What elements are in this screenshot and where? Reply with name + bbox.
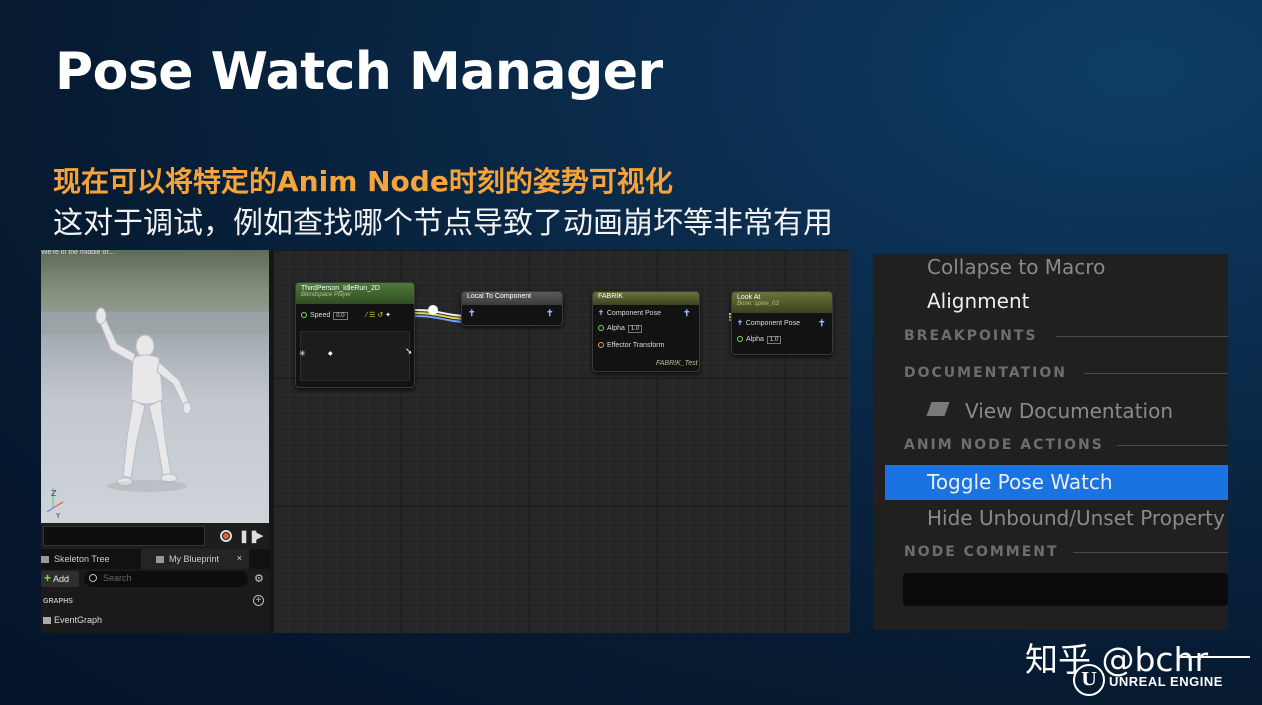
node-title: Look At bbox=[737, 294, 761, 301]
documentation-icon bbox=[926, 402, 950, 416]
divider bbox=[1073, 552, 1228, 553]
pose-pin-icon: ✝ bbox=[737, 320, 743, 327]
plus-icon: + bbox=[44, 571, 52, 585]
play-icon[interactable]: ▶ bbox=[255, 529, 263, 542]
section-documentation: DOCUMENTATION bbox=[904, 365, 1067, 381]
pose-output-icon[interactable]: ✝ bbox=[683, 308, 691, 319]
pose-output-icon[interactable]: ✝ bbox=[546, 308, 554, 319]
search-input[interactable]: Search bbox=[84, 571, 248, 587]
graphs-section-header: GRAPHS bbox=[43, 598, 73, 605]
section-node-comment: NODE COMMENT bbox=[904, 544, 1059, 560]
alpha-label: Alpha bbox=[746, 336, 764, 343]
search-icon bbox=[89, 574, 97, 582]
node-header: ThirdPerson_IdleRun_2D Blendspace Player bbox=[296, 283, 414, 304]
slide-subtitle-highlight: 现在可以将特定的Anim Node时刻的姿势可视化 bbox=[53, 165, 673, 198]
node-footer: FABRIK_Test bbox=[656, 360, 698, 367]
menu-item-hide-unbound-property[interactable]: Hide Unbound/Unset Property bbox=[927, 506, 1225, 530]
skeleton-tree-icon bbox=[41, 556, 49, 563]
slide-title: Pose Watch Manager bbox=[55, 42, 663, 102]
node-header: FABRIK bbox=[593, 292, 699, 305]
blueprint-panel: Skeleton Tree My Blueprint × + Add Searc… bbox=[41, 549, 269, 633]
svg-text:Z: Z bbox=[51, 489, 57, 498]
timeline-field[interactable] bbox=[43, 526, 205, 546]
node-context-menu: Collapse to Macro Alignment BREAKPOINTS … bbox=[873, 254, 1228, 630]
menu-item-alignment[interactable]: Alignment bbox=[927, 289, 1029, 313]
alpha-value[interactable]: 1.0 bbox=[766, 336, 782, 344]
node-look-at[interactable]: Look At Bone: spine_03 ✝ Component Pose ✝… bbox=[731, 291, 833, 355]
section-anim-node-actions: ANIM NODE ACTIONS bbox=[904, 437, 1104, 453]
divider bbox=[1084, 373, 1228, 374]
settings-gear-icon[interactable]: ⚙ bbox=[254, 572, 264, 585]
event-graph-item[interactable]: EventGraph bbox=[43, 615, 102, 625]
alpha-value[interactable]: 1.0 bbox=[627, 325, 643, 333]
record-button[interactable] bbox=[220, 530, 232, 542]
panel-tabs: Skeleton Tree My Blueprint × bbox=[41, 549, 269, 569]
alpha-pin[interactable]: Alpha 1.0 bbox=[737, 336, 782, 344]
node-title: FABRIK bbox=[598, 293, 623, 300]
alpha-label: Alpha bbox=[607, 325, 625, 332]
effector-transform-pin[interactable]: Effector Transform bbox=[598, 342, 664, 349]
menu-item-view-documentation[interactable]: View Documentation bbox=[965, 399, 1173, 423]
close-icon[interactable]: × bbox=[237, 553, 242, 563]
panel-toolbar: + Add Search ⚙ bbox=[41, 570, 269, 588]
node-subtitle: Blendspace Player bbox=[301, 292, 352, 298]
add-button[interactable]: + Add bbox=[41, 571, 79, 587]
node-header: Look At Bone: spine_03 bbox=[732, 292, 832, 313]
speed-value[interactable]: 0.0 bbox=[333, 312, 348, 320]
tab-my-blueprint[interactable]: My Blueprint × bbox=[141, 549, 249, 569]
search-placeholder: Search bbox=[103, 573, 132, 583]
speed-pin[interactable]: Speed 0.0 bbox=[301, 312, 348, 320]
component-pose-pin[interactable]: ✝ Component Pose bbox=[598, 309, 661, 317]
tab-skeleton-tree[interactable]: Skeleton Tree bbox=[41, 554, 110, 564]
mannequin-figure: Z Y bbox=[46, 307, 192, 520]
anim-graph-canvas[interactable]: ThirdPerson_IdleRun_2D Blendspace Player… bbox=[273, 250, 850, 633]
event-graph-label: EventGraph bbox=[54, 615, 103, 625]
node-header: Local To Component bbox=[462, 292, 562, 305]
divider bbox=[1056, 336, 1228, 337]
section-breakpoints: BREAKPOINTS bbox=[904, 328, 1038, 344]
tab-skeleton-tree-label: Skeleton Tree bbox=[54, 554, 110, 564]
node-subtitle: Bone: spine_03 bbox=[737, 301, 779, 307]
blueprint-icon bbox=[156, 556, 164, 563]
node-local-to-component[interactable]: Local To Component ✝ ✝ bbox=[461, 291, 563, 326]
slide-subtitle: 这对于调试，例如查找哪个节点导致了动画崩坏等非常有用 bbox=[53, 206, 833, 241]
anim-blueprint-editor: We're in the middle of... Z Y ❚❚ ▶ Skele… bbox=[41, 250, 850, 633]
node-title: Local To Component bbox=[467, 293, 532, 300]
component-pose-label: Component Pose bbox=[745, 320, 800, 327]
preview-viewport[interactable]: We're in the middle of... Z Y bbox=[41, 250, 269, 523]
node-fabrik[interactable]: FABRIK ✝ Component Pose ✝ Alpha 1.0 Effect… bbox=[592, 291, 700, 372]
divider bbox=[1117, 445, 1228, 446]
unreal-engine-wordmark: UNREAL ENGINE bbox=[1109, 674, 1223, 689]
node-blendspace-player[interactable]: ThirdPerson_IdleRun_2D Blendspace Player… bbox=[295, 282, 415, 388]
float-pin-icon bbox=[301, 312, 307, 318]
pose-output-icon[interactable]: ✝ bbox=[818, 318, 826, 329]
unreal-logo-icon: U bbox=[1073, 664, 1105, 696]
effector-transform-label: Effector Transform bbox=[607, 342, 665, 349]
menu-item-toggle-pose-watch[interactable]: Toggle Pose Watch bbox=[927, 470, 1113, 494]
tab-my-blueprint-label: My Blueprint bbox=[169, 554, 220, 564]
component-pose-pin[interactable]: ✝ Component Pose bbox=[737, 319, 800, 327]
float-pin-icon bbox=[737, 336, 743, 342]
component-pose-label: Component Pose bbox=[606, 310, 661, 317]
alpha-pin[interactable]: Alpha 1.0 bbox=[598, 325, 643, 333]
float-pin-icon bbox=[598, 325, 604, 331]
add-graph-icon[interactable]: + bbox=[253, 595, 264, 606]
watermark-underline bbox=[1178, 656, 1250, 658]
add-button-label: Add bbox=[53, 574, 70, 584]
graph-icon bbox=[43, 617, 51, 624]
playback-bar: ❚❚ ▶ bbox=[41, 523, 269, 549]
menu-item-collapse-to-macro[interactable]: Collapse to Macro bbox=[927, 255, 1105, 279]
speed-label: Speed bbox=[310, 312, 331, 319]
node-title: ThirdPerson_IdleRun_2D bbox=[301, 285, 380, 292]
svg-text:Y: Y bbox=[55, 512, 61, 520]
pose-input-icon[interactable]: ✝ bbox=[468, 308, 476, 319]
pose-pin-icon: ✝ bbox=[598, 310, 604, 317]
node-comment-input[interactable] bbox=[903, 573, 1228, 606]
struct-pin-icon bbox=[598, 342, 604, 348]
blendspace-preview: ✳ ◆ ➘ bbox=[299, 331, 413, 381]
blendspace-tools-icon[interactable]: ⁄ ☰ ↺ ✦ bbox=[366, 311, 391, 319]
